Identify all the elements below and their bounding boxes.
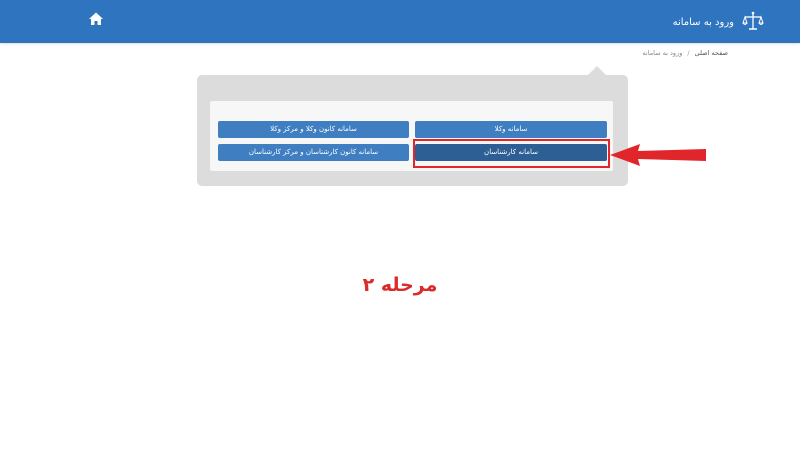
bar-and-center-lawyers-button[interactable]: سامانه کانون وکلا و مرکز وکلا — [218, 121, 409, 138]
home-icon[interactable] — [88, 11, 104, 27]
brand[interactable]: ورود به سامانه — [672, 11, 764, 32]
breadcrumb: صفحه اصلی / ورود به سامانه — [642, 47, 728, 59]
step-label: مرحله ۲ — [362, 274, 438, 296]
scales-of-justice-icon — [742, 10, 764, 32]
breadcrumb-home[interactable]: صفحه اصلی — [695, 49, 728, 57]
highlight-box — [413, 139, 610, 168]
council-and-center-experts-button[interactable]: سامانه کانون کارشناسان و مرکز کارشناسان — [218, 144, 409, 161]
breadcrumb-current: ورود به سامانه — [642, 49, 683, 57]
top-navbar: ورود به سامانه — [0, 0, 800, 43]
lawyers-system-button[interactable]: سامانه وکلا — [415, 121, 607, 138]
red-arrow-icon — [608, 143, 708, 167]
app-title: ورود به سامانه — [672, 16, 734, 28]
breadcrumb-separator: / — [687, 49, 690, 57]
